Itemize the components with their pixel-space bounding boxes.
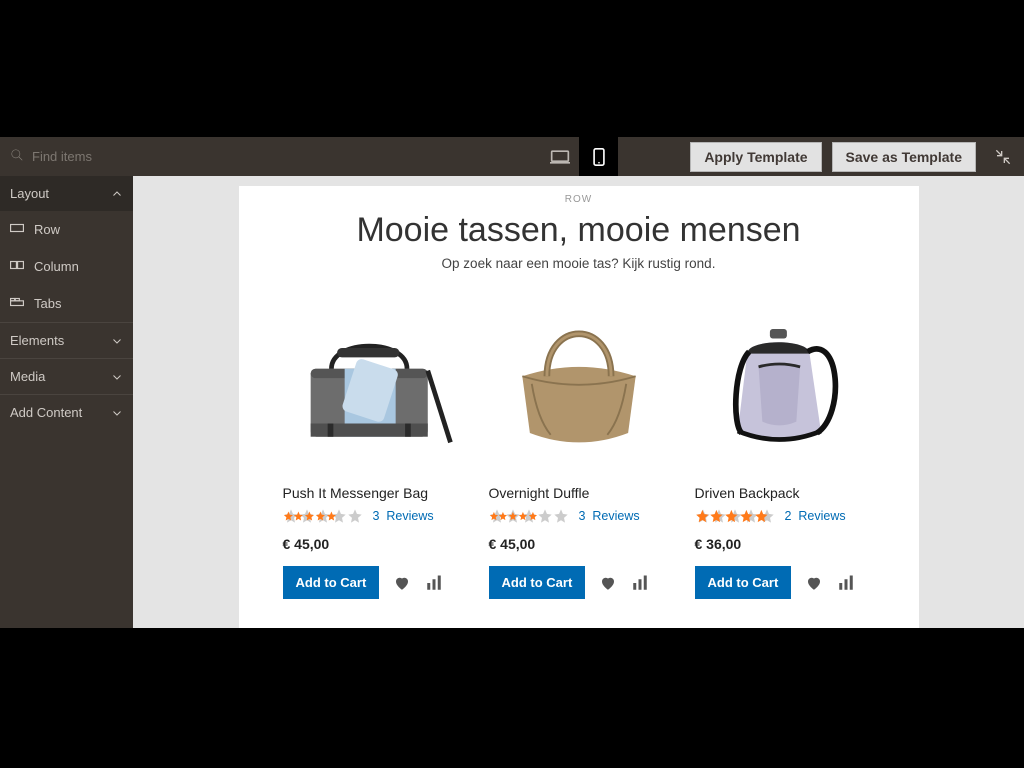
product-card[interactable]: Overnight Duffle 3 Reviews € 45,00 Add t… xyxy=(489,291,669,599)
exit-fullscreen-icon[interactable] xyxy=(990,144,1016,170)
toolbar: Apply Template Save as Template xyxy=(0,137,1024,176)
product-list: Push It Messenger Bag 3 Reviews € 45,00 … xyxy=(239,291,919,599)
rating-stars xyxy=(283,508,365,524)
sidebar-item-label: Tabs xyxy=(34,296,61,311)
canvas[interactable]: ROW Mooie tassen, mooie mensen Op zoek n… xyxy=(133,176,1024,628)
page-headline: Mooie tassen, mooie mensen xyxy=(239,211,919,250)
viewport-mobile[interactable] xyxy=(579,137,618,176)
viewport-switcher xyxy=(540,137,618,176)
product-card[interactable]: Driven Backpack 2 Reviews € 36,00 Add to… xyxy=(695,291,875,599)
sidebar-item-label: Row xyxy=(34,222,60,237)
wishlist-icon[interactable] xyxy=(393,574,411,592)
sidebar-item-row[interactable]: Row xyxy=(0,211,133,248)
product-image xyxy=(283,291,463,471)
chevron-down-icon xyxy=(111,407,123,419)
column-icon xyxy=(10,258,24,275)
save-template-button[interactable]: Save as Template xyxy=(832,142,976,172)
product-image xyxy=(695,291,875,471)
sidebar-group-label: Layout xyxy=(10,186,49,201)
add-to-cart-button[interactable]: Add to Cart xyxy=(489,566,586,599)
sidebar-group-label: Elements xyxy=(10,333,64,348)
content-row[interactable]: ROW Mooie tassen, mooie mensen Op zoek n… xyxy=(239,186,919,628)
apply-template-button[interactable]: Apply Template xyxy=(690,142,821,172)
product-name: Push It Messenger Bag xyxy=(283,485,463,501)
rating-stars xyxy=(695,508,777,524)
product-price: € 45,00 xyxy=(489,536,669,552)
search-container xyxy=(0,148,220,165)
sidebar-group-label: Add Content xyxy=(10,405,82,420)
sidebar-item-column[interactable]: Column xyxy=(0,248,133,285)
sidebar-item-label: Column xyxy=(34,259,79,274)
reviews-link[interactable]: 3 Reviews xyxy=(373,509,434,523)
wishlist-icon[interactable] xyxy=(805,574,823,592)
product-name: Driven Backpack xyxy=(695,485,875,501)
sidebar: Layout Row Column Tabs Elements xyxy=(0,176,133,628)
sidebar-group-label: Media xyxy=(10,369,45,384)
sidebar-group-layout[interactable]: Layout xyxy=(0,176,133,211)
builder-body: Layout Row Column Tabs Elements xyxy=(0,176,1024,628)
compare-icon[interactable] xyxy=(631,574,649,592)
product-image xyxy=(489,291,669,471)
product-card[interactable]: Push It Messenger Bag 3 Reviews € 45,00 … xyxy=(283,291,463,599)
page-builder-app: Apply Template Save as Template Layout R… xyxy=(0,137,1024,628)
sidebar-group-media[interactable]: Media xyxy=(0,358,133,394)
wishlist-icon[interactable] xyxy=(599,574,617,592)
compare-icon[interactable] xyxy=(837,574,855,592)
add-to-cart-button[interactable]: Add to Cart xyxy=(283,566,380,599)
chevron-down-icon xyxy=(111,371,123,383)
search-input[interactable] xyxy=(32,149,182,164)
toolbar-right: Apply Template Save as Template xyxy=(690,137,1016,176)
search-icon xyxy=(10,148,24,165)
row-type-label: ROW xyxy=(239,186,919,207)
page-subheadline: Op zoek naar een mooie tas? Kijk rustig … xyxy=(239,256,919,271)
product-price: € 36,00 xyxy=(695,536,875,552)
reviews-link[interactable]: 2 Reviews xyxy=(785,509,846,523)
viewport-desktop[interactable] xyxy=(540,137,579,176)
reviews-link[interactable]: 3 Reviews xyxy=(579,509,640,523)
product-price: € 45,00 xyxy=(283,536,463,552)
add-to-cart-button[interactable]: Add to Cart xyxy=(695,566,792,599)
rating-stars xyxy=(489,508,571,524)
product-name: Overnight Duffle xyxy=(489,485,669,501)
chevron-down-icon xyxy=(111,335,123,347)
row-icon xyxy=(10,221,24,238)
chevron-up-icon xyxy=(111,188,123,200)
tabs-icon xyxy=(10,295,24,312)
compare-icon[interactable] xyxy=(425,574,443,592)
sidebar-group-elements[interactable]: Elements xyxy=(0,322,133,358)
sidebar-item-tabs[interactable]: Tabs xyxy=(0,285,133,322)
sidebar-group-add-content[interactable]: Add Content xyxy=(0,394,133,430)
